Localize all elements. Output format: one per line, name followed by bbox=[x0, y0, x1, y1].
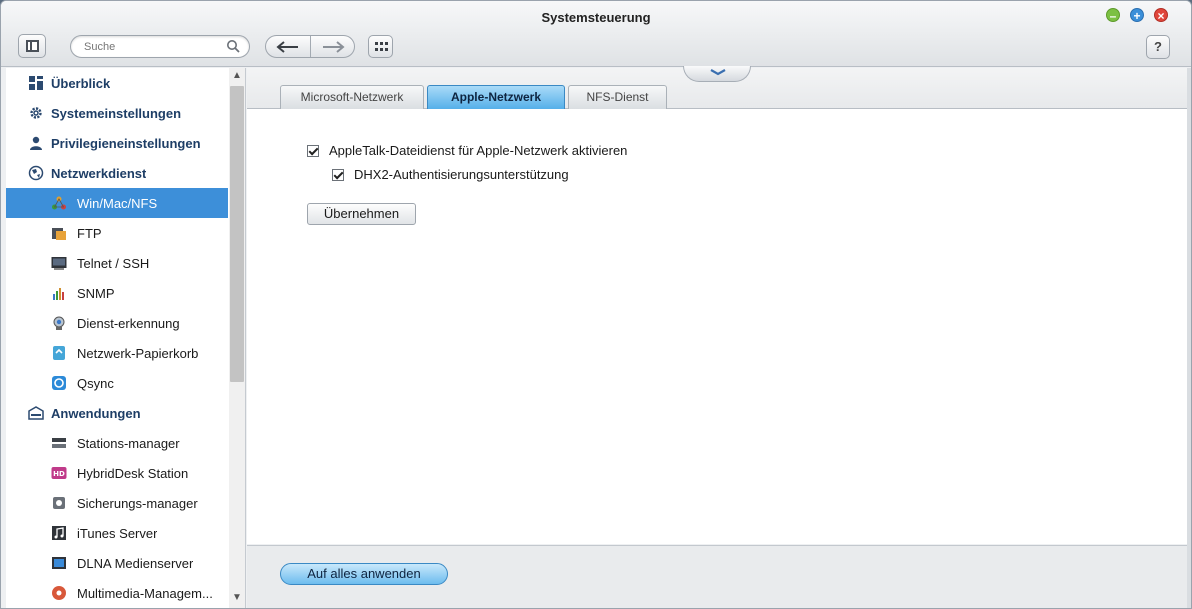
collapse-handle[interactable] bbox=[683, 66, 751, 82]
sidebar-item-label: Sicherungs-manager bbox=[77, 495, 198, 511]
sidebar-item[interactable]: Sicherungs-manager bbox=[6, 488, 228, 518]
apps-grid-button[interactable] bbox=[368, 35, 393, 58]
sidebar-item[interactable]: Netzwerk-Papierkorb bbox=[6, 338, 228, 368]
sidebar-item[interactable]: DLNA Medienserver bbox=[6, 548, 228, 578]
sidebar-item-label: Multimedia-Managem... bbox=[77, 585, 213, 601]
sidebar-item[interactable]: iTunes Server bbox=[6, 518, 228, 548]
window-title: Systemsteuerung bbox=[541, 10, 651, 25]
maximize-button[interactable]: + bbox=[1130, 8, 1144, 23]
network-share-icon bbox=[51, 195, 67, 211]
sidebar-item-label: DLNA Medienserver bbox=[77, 555, 194, 571]
svg-text:HD: HD bbox=[53, 470, 65, 478]
apply-button[interactable]: Übernehmen bbox=[307, 203, 416, 225]
search-input[interactable] bbox=[84, 39, 224, 55]
main-panel: Microsoft-Netzwerk Apple-Netzwerk NFS-Di… bbox=[247, 66, 1187, 544]
sidebar-item-label: Telnet / SSH bbox=[77, 255, 150, 271]
back-arrow-icon[interactable] bbox=[274, 40, 302, 54]
tab-bar: Microsoft-Netzwerk Apple-Netzwerk NFS-Di… bbox=[247, 66, 1187, 109]
sidebar-item[interactable]: Stations-manager bbox=[6, 428, 228, 458]
dhx2-label: DHX2-Authentisierungsunterstützung bbox=[354, 167, 569, 182]
sidebar-item[interactable]: Multimedia-Managem... bbox=[6, 578, 228, 608]
sidebar-category[interactable]: Netzwerkdienst bbox=[6, 158, 228, 188]
qsync-icon bbox=[51, 375, 67, 391]
sidebar-item-label: Netzwerk-Papierkorb bbox=[77, 345, 199, 361]
history-nav bbox=[265, 35, 355, 58]
dlna-icon bbox=[51, 555, 67, 571]
sidebar-item-label: FTP bbox=[77, 225, 102, 241]
sidebar: Überblick Systemeinstellungen Privilegiene… bbox=[6, 68, 246, 608]
sidebar-item-label: HybridDesk Station bbox=[77, 465, 189, 481]
sidebar-category[interactable]: Anwendungen bbox=[6, 398, 228, 428]
close-button[interactable]: × bbox=[1154, 8, 1168, 23]
sidebar-item[interactable]: Telnet / SSH bbox=[6, 248, 228, 278]
terminal-icon bbox=[51, 255, 67, 271]
scroll-thumb[interactable] bbox=[230, 86, 244, 382]
recycle-bin-icon bbox=[51, 345, 67, 361]
sidebar-item-label: Überblick bbox=[51, 75, 111, 91]
sidebar-item-label: Netzwerkdienst bbox=[51, 165, 147, 181]
sidebar-item-label: Qsync bbox=[77, 375, 114, 391]
sidebar-item[interactable]: HD HybridDesk Station bbox=[6, 458, 228, 488]
sidebar-category[interactable]: Systemeinstellungen bbox=[6, 98, 228, 128]
tab-microsoft-network[interactable]: Microsoft-Netzwerk bbox=[280, 85, 424, 109]
hybriddesk-icon: HD bbox=[51, 465, 67, 481]
sidebar-item-label: Systemeinstellungen bbox=[51, 105, 182, 121]
dhx2-checkbox[interactable] bbox=[332, 168, 344, 181]
station-manager-icon bbox=[51, 435, 67, 451]
sidebar-item-label: Win/Mac/NFS bbox=[77, 195, 158, 211]
overview-grid-icon bbox=[28, 75, 44, 91]
sidebar-item[interactable]: Dienst-erkennung bbox=[6, 308, 228, 338]
snmp-chart-icon bbox=[51, 285, 67, 301]
sidebar-item-label: iTunes Server bbox=[77, 525, 158, 541]
gear-icon bbox=[28, 105, 44, 121]
chevron-down-icon bbox=[710, 69, 726, 76]
sidebar-item-label: Dienst-erkennung bbox=[77, 315, 180, 331]
search-box[interactable] bbox=[70, 35, 250, 58]
nav-divider bbox=[310, 36, 311, 57]
apply-all-button[interactable]: Auf alles anwenden bbox=[280, 563, 448, 585]
search-icon[interactable] bbox=[226, 39, 240, 53]
sidebar-item-label: Privilegieneinstellungen bbox=[51, 135, 201, 151]
user-icon bbox=[28, 135, 44, 151]
help-button[interactable]: ? bbox=[1146, 35, 1170, 59]
service-discovery-icon bbox=[51, 315, 67, 331]
globe-icon bbox=[28, 165, 44, 181]
sidebar-layout-icon bbox=[26, 40, 39, 52]
grid-icon bbox=[375, 42, 388, 51]
appletalk-option[interactable]: AppleTalk-Dateidienst für Apple-Netzwerk… bbox=[307, 143, 627, 158]
sidebar-category[interactable]: Privilegieneinstellungen bbox=[6, 128, 228, 158]
sidebar-item[interactable]: Qsync bbox=[6, 368, 228, 398]
sidebar-item[interactable]: Win/Mac/NFS bbox=[6, 188, 228, 218]
sidebar-toggle-button[interactable] bbox=[18, 34, 46, 58]
tab-apple-network[interactable]: Apple-Netzwerk bbox=[427, 85, 565, 109]
sidebar-item-label: Stations-manager bbox=[77, 435, 180, 451]
sidebar-item[interactable]: SNMP bbox=[6, 278, 228, 308]
multimedia-icon bbox=[51, 585, 67, 601]
title-bar: Systemsteuerung – + × Suche ? bbox=[1, 1, 1191, 67]
control-panel-window: Systemsteuerung – + × Suche ? Überblick … bbox=[0, 0, 1192, 609]
tab-nfs-service[interactable]: NFS-Dienst bbox=[568, 85, 667, 109]
ftp-icon bbox=[51, 225, 67, 241]
window-edge bbox=[1187, 68, 1191, 608]
sidebar-category[interactable]: Überblick bbox=[6, 68, 228, 98]
scroll-down-icon[interactable]: ▼ bbox=[229, 590, 245, 606]
backup-manager-icon bbox=[51, 495, 67, 511]
appletalk-label: AppleTalk-Dateidienst für Apple-Netzwerk… bbox=[329, 143, 628, 158]
sidebar-scrollbar[interactable]: ▲ ▼ bbox=[229, 68, 245, 608]
appletalk-checkbox[interactable] bbox=[307, 144, 319, 157]
footer-bar: Auf alles anwenden bbox=[247, 545, 1187, 608]
itunes-icon bbox=[51, 525, 67, 541]
sidebar-item-label: Anwendungen bbox=[51, 405, 141, 421]
sidebar-item[interactable]: FTP bbox=[6, 218, 228, 248]
forward-arrow-icon[interactable] bbox=[319, 40, 347, 54]
applications-icon bbox=[28, 405, 44, 421]
sidebar-item-label: SNMP bbox=[77, 285, 115, 301]
dhx2-option[interactable]: DHX2-Authentisierungsunterstützung bbox=[332, 167, 569, 182]
scroll-up-icon[interactable]: ▲ bbox=[229, 68, 245, 84]
minimize-button[interactable]: – bbox=[1106, 8, 1120, 23]
